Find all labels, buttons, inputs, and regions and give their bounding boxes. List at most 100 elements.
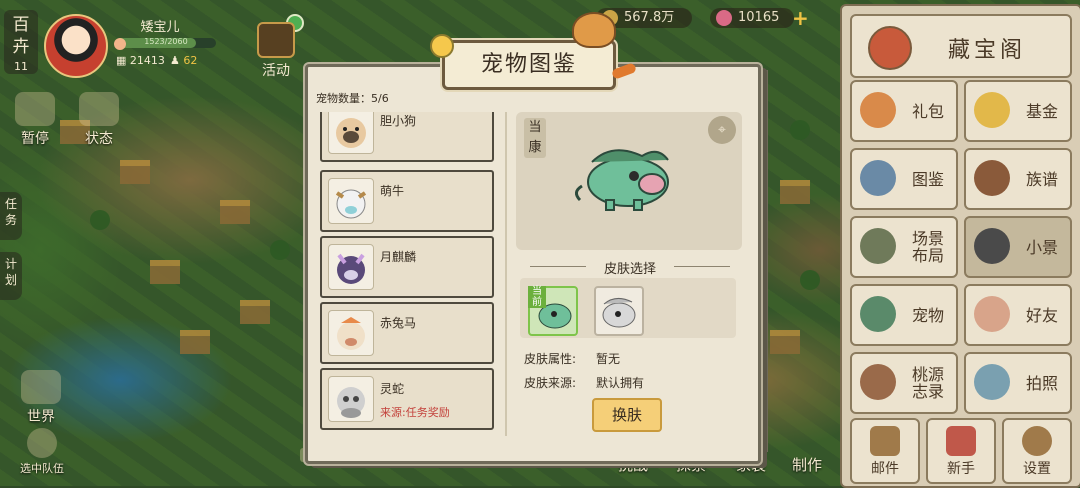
mail-label: 邮件 — [871, 461, 899, 477]
cow-thumbnail — [328, 178, 374, 224]
pug-thumbnail — [328, 112, 374, 154]
pet-name: 灵蛇 — [380, 382, 405, 396]
fund-label: 基金 — [1025, 101, 1058, 121]
person-icon: ♟ — [170, 54, 180, 67]
team-label: 选中队伍 — [20, 462, 64, 475]
add-currency-button[interactable]: + — [792, 8, 809, 28]
coin-pile-icon — [974, 92, 1010, 128]
pet-icon — [860, 296, 896, 332]
coins-value: 21413 — [129, 54, 165, 67]
skin-attribute-label: 皮肤属性: — [524, 352, 577, 366]
gem-value: 10165 — [738, 10, 780, 25]
fund-button[interactable]: 基金 — [964, 80, 1072, 142]
skin-attribute-value: 暂无 — [596, 352, 621, 366]
activity-label: 活动 — [262, 63, 290, 79]
taoyuan-record-button[interactable]: 桃源 志录 — [850, 352, 958, 414]
pet-list-item[interactable]: 月麒麟 — [320, 236, 494, 298]
handshake-icon — [974, 296, 1010, 332]
codex-label: 图鉴 — [911, 169, 944, 189]
map-building — [780, 180, 810, 204]
pet-list-item[interactable]: 灵蛇 来源:任务奖励 — [320, 368, 494, 430]
skin-option-default[interactable]: 当前 — [528, 286, 578, 336]
pet-list-item[interactable]: 萌牛 — [320, 170, 494, 232]
lock-icon — [974, 228, 1010, 264]
pet-button[interactable]: 宠物 — [850, 284, 958, 346]
player-card[interactable]: 百 卉 11 矮宝儿 1523/2060 ▦ 21413 ♟ 62 — [0, 0, 230, 78]
friends-label: 好友 — [1025, 305, 1058, 325]
gift-pack-label: 礼包 — [911, 101, 944, 121]
skin-options-row: 当前 — [520, 278, 736, 338]
horse-thumbnail — [328, 310, 374, 356]
newbie-icon — [946, 426, 976, 456]
status-button[interactable]: 状态 — [76, 92, 122, 148]
coins-stat: ▦ 21413 — [116, 54, 165, 67]
baihui-tab-label: 百 卉 — [12, 15, 30, 57]
genealogy-button[interactable]: 族谱 — [964, 148, 1072, 210]
qilin-thumbnail — [328, 244, 374, 290]
settings-label: 设置 — [1023, 461, 1051, 477]
pet-name: 赤兔马 — [380, 316, 417, 330]
money-value: 567.8万 — [624, 10, 675, 25]
world-button[interactable]: 世界 — [16, 370, 66, 426]
map-tree — [90, 210, 110, 230]
map-building — [120, 160, 150, 184]
small-scene-button[interactable]: 小景 — [964, 216, 1072, 278]
pet-list[interactable]: 胆小狗 萌牛 月麒麟 赤兔马 灵蛇 来源:任务奖励 — [318, 112, 494, 436]
codex-button[interactable]: 图鉴 — [850, 148, 958, 210]
right-menu-panel: 藏宝阁 礼包 基金 图鉴 族谱 场景 布局 小景 宠物 好友 桃源 志录 拍照 — [840, 4, 1080, 488]
task-tab[interactable]: 任 务 — [0, 192, 22, 240]
skin-source-label: 皮肤来源: — [524, 376, 577, 390]
current-skin-tag: 当前 — [528, 286, 546, 308]
pause-button[interactable]: 暂停 — [12, 92, 58, 148]
people-value: 62 — [183, 54, 198, 67]
newbie-button[interactable]: 新手 — [926, 418, 996, 484]
world-label: 世界 — [27, 409, 55, 425]
activity-button[interactable]: 活动 — [252, 22, 300, 80]
map-building — [220, 200, 250, 224]
people-stat: ♟ 62 — [170, 54, 197, 67]
map-building — [150, 260, 180, 284]
cat-icon — [572, 12, 616, 48]
photo-icon — [974, 364, 1010, 400]
photo-label: 拍照 — [1025, 373, 1058, 393]
treasure-pavilion-button[interactable]: 藏宝阁 — [850, 14, 1072, 78]
taoyuan-record-label: 桃源 志录 — [911, 365, 944, 401]
map-tree — [790, 120, 810, 140]
pet-list-item[interactable]: 胆小狗 — [320, 112, 494, 162]
team-button[interactable]: 选中队伍 — [10, 428, 74, 476]
map-tree — [800, 270, 820, 290]
books-icon — [860, 160, 896, 196]
pause-label: 暂停 — [21, 131, 49, 147]
pet-name-tag: 当 康 — [524, 118, 546, 158]
gift-pack-button[interactable]: 礼包 — [850, 80, 958, 142]
mail-button[interactable]: 邮件 — [850, 418, 920, 484]
friends-button[interactable]: 好友 — [964, 284, 1072, 346]
settings-button[interactable]: 设置 — [1002, 418, 1072, 484]
currency-gem[interactable]: 10165 — [710, 8, 794, 28]
open-book-icon — [860, 364, 896, 400]
change-skin-button[interactable]: 换肤 — [592, 398, 662, 432]
pet-name: 萌牛 — [380, 184, 405, 198]
scene-layout-button[interactable]: 场景 布局 — [850, 216, 958, 278]
peach-icon — [114, 38, 126, 50]
map-building — [770, 330, 800, 354]
pet-source: 来源:任务奖励 — [380, 406, 450, 419]
genealogy-book-icon — [974, 160, 1010, 196]
plan-tab[interactable]: 计 划 — [0, 252, 22, 300]
pet-dangkang-illustration — [575, 149, 669, 211]
skin-option-2[interactable] — [594, 286, 644, 336]
coin-icon: ▦ — [116, 54, 127, 67]
map-tree — [270, 240, 290, 260]
location-pin-icon[interactable]: ⌖ — [708, 116, 736, 144]
treasure-label: 藏宝阁 — [948, 38, 1027, 63]
snake-thumbnail — [328, 376, 374, 422]
craft-button[interactable]: 制作 — [792, 454, 822, 475]
baihui-tab[interactable]: 百 卉 11 — [4, 10, 38, 74]
pet-list-item[interactable]: 赤兔马 — [320, 302, 494, 364]
skin-source-value: 默认拥有 — [596, 376, 645, 390]
photo-button[interactable]: 拍照 — [964, 352, 1072, 414]
scene-layout-label: 场景 布局 — [911, 229, 944, 265]
player-level: 11 — [14, 60, 28, 73]
world-icon — [21, 370, 61, 404]
player-avatar[interactable] — [44, 14, 108, 78]
